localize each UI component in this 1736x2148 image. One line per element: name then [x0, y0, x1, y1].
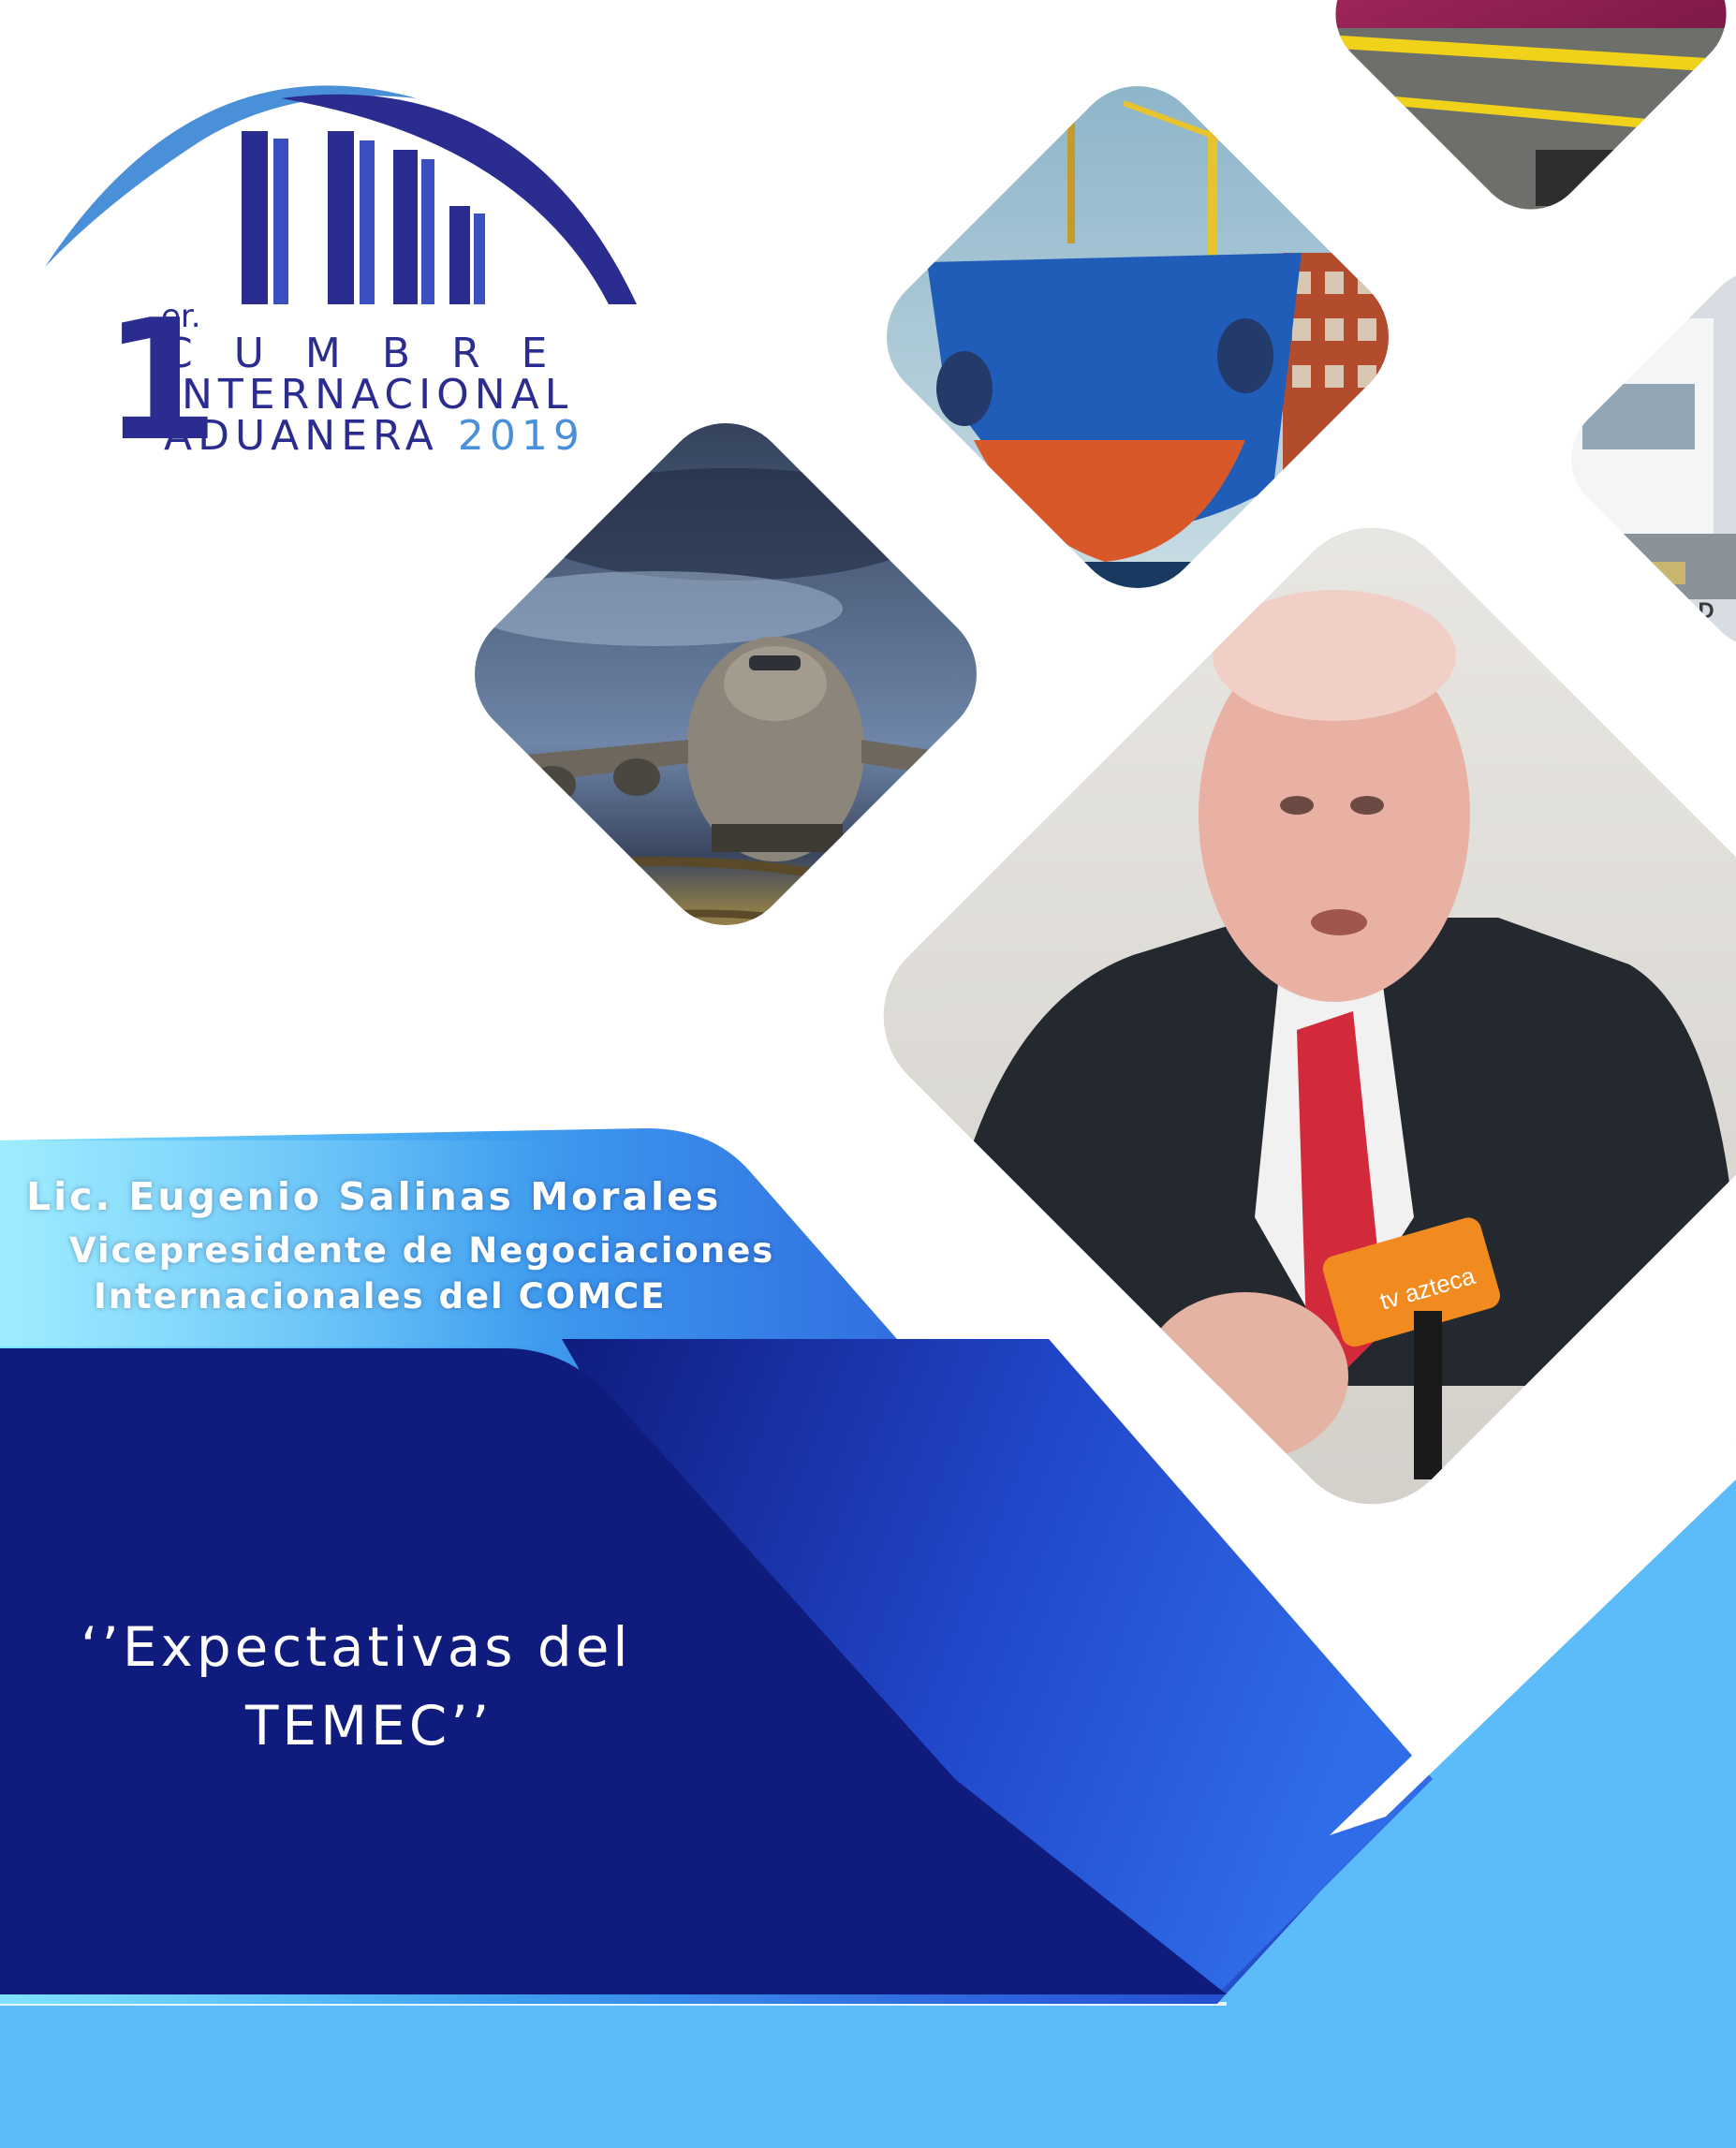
speaker-role-line1: Vicepresidente de Negociaciones	[69, 1230, 775, 1271]
speaker-name: Lic. Eugenio Salinas Morales	[26, 1174, 722, 1219]
truck-photo: ROAD	[1548, 253, 1736, 671]
photo-tiles: 1818 ROAD tv azteca	[459, 0, 1736, 1539]
conference-poster: 1 er. CUMBRE INTERNACIONAL ADUANERA 2019	[0, 0, 1736, 2148]
speaker-photo: tv azteca	[848, 493, 1736, 1539]
truck-plate: ROAD	[1648, 598, 1714, 624]
train-number: 1818	[1657, 102, 1720, 133]
talk-title-line1: ‘’Expectativas del	[81, 1615, 632, 1679]
speaker-role-line2: Internacionales del COMCE	[94, 1276, 667, 1317]
train-photo: 1818	[1312, 0, 1736, 215]
talk-title-line2: TEMEC’’	[245, 1694, 493, 1758]
